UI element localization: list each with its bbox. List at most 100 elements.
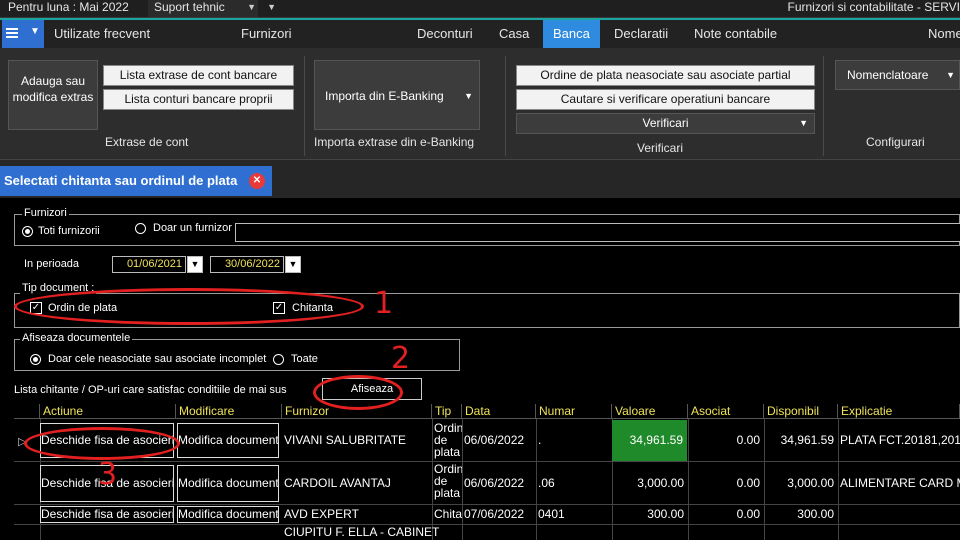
chevron-down-icon[interactable]: ▼ (946, 61, 955, 89)
column-header[interactable]: Tip (432, 404, 462, 419)
selection-panel: Furnizori Toti furnizorii Doar un furniz… (0, 198, 960, 540)
type-cell: Chitar (434, 507, 462, 521)
menu-item-suppliers[interactable]: Furnizori (241, 20, 292, 48)
menu-item-declaratii[interactable]: Declaratii (614, 20, 668, 48)
column-header[interactable]: Explicatie (838, 404, 960, 419)
payment-order-label: Ordin de plata (48, 302, 118, 314)
all-label: Toate (291, 353, 318, 365)
nomenclatures-dropdown[interactable]: Nomenclatoare ▼ (835, 60, 960, 90)
tab-title: Selectati chitanta sau ordinul de plata (4, 173, 238, 188)
tab-select-receipt[interactable]: Selectati chitanta sau ordinul de plata … (0, 166, 272, 196)
add-extract-button[interactable]: Adauga sau modifica extras (8, 60, 98, 130)
main-menu-button[interactable]: ▼ (2, 20, 44, 48)
grid-line (14, 504, 960, 505)
close-icon[interactable]: ✕ (249, 173, 265, 189)
column-header[interactable]: Numar (536, 404, 612, 419)
menu-item-note-contabile[interactable]: Note contabile (694, 20, 777, 48)
column-header[interactable]: Data (462, 404, 536, 419)
app-title: Furnizori si contabilitate - SERVI (787, 0, 960, 14)
column-header[interactable]: Asociat (688, 404, 764, 419)
current-row-indicator-icon: ▷ (18, 436, 27, 448)
explanation-cell: ALIMENTARE CARD MO (840, 476, 960, 490)
column-header[interactable]: Disponibil (764, 404, 838, 419)
date-cell: 06/06/2022 (464, 476, 525, 490)
import-ebanking-button[interactable]: Importa din E-Banking ▼ (314, 60, 480, 130)
support-label: Suport tehnic (154, 0, 225, 14)
menu-item-frequent[interactable]: Utilizate frecvent (54, 20, 150, 48)
open-associations-button[interactable]: Deschide fisa de asocieri (40, 506, 174, 523)
open-associations-button[interactable]: Deschide fisa de asocieri (40, 423, 174, 458)
available-cell: 300.00 (797, 507, 834, 521)
modify-document-button[interactable]: Modifica document (177, 506, 279, 523)
menu-item-deconturi[interactable]: Deconturi (417, 20, 473, 48)
doc-type-group (14, 293, 960, 328)
verify-dropdown[interactable]: Verificari ▼ (516, 113, 815, 134)
checkbox-receipt[interactable]: ✓ (273, 302, 285, 314)
checkbox-payment-order[interactable]: ✓ (30, 302, 42, 314)
chevron-down-icon[interactable]: ▼ (799, 114, 808, 133)
available-cell: 34,961.59 (780, 433, 834, 447)
ribbon-separator (304, 56, 305, 156)
suppliers-group-label: Furnizori (22, 207, 69, 219)
unassociated-orders-button[interactable]: Ordine de plata neasociate sau asociate … (516, 65, 815, 86)
grid-line (462, 419, 463, 540)
group-label-import: Importa extrase din e-Banking (314, 135, 475, 149)
date-cell: 06/06/2022 (464, 433, 525, 447)
column-header[interactable]: Modificare (176, 404, 282, 419)
list-caption: Lista chitante / OP-uri care satisfac co… (14, 384, 287, 396)
support-dropdown[interactable]: Suport tehnic ▼ ▼ (148, 0, 276, 17)
supplier-cell: CIUPITU F. ELLA - CABINET (284, 525, 440, 539)
annotation-number: 1 (374, 286, 394, 321)
date-cell: 07/06/2022 (464, 507, 525, 521)
receipt-label: Chitanta (292, 302, 333, 314)
import-ebanking-label: Importa din E-Banking (325, 89, 444, 103)
document-tabs: Selectati chitanta sau ordinul de plata … (0, 160, 960, 198)
number-cell: . (538, 433, 542, 447)
supplier-cell: VIVANI SALUBRITATE (284, 433, 407, 447)
calendar-dropdown-icon[interactable]: ▼ (187, 256, 203, 273)
type-cell: Ordin de plata (434, 463, 462, 500)
group-label-extracts: Extrase de cont (105, 135, 189, 149)
modify-document-button[interactable]: Modifica document (177, 465, 279, 502)
menu-item-casa[interactable]: Casa (499, 20, 529, 48)
radio-all-suppliers[interactable] (22, 226, 33, 237)
radio-all[interactable] (273, 354, 284, 365)
list-accounts-button[interactable]: Lista conturi bancare proprii (103, 89, 294, 110)
chevron-down-icon[interactable]: ▼ (247, 0, 256, 15)
supplier-cell: AVD EXPERT (284, 507, 359, 521)
modify-document-button[interactable]: Modifica document (177, 423, 279, 458)
grid-line (14, 524, 960, 525)
documents-grid: Actiune Modificare Furnizor Tip Data Num… (14, 404, 960, 540)
column-header[interactable]: Valoare (612, 404, 688, 419)
grid-line (536, 419, 537, 540)
show-button[interactable]: Afiseaza (322, 378, 422, 400)
menu-item-nomenclatoare[interactable]: Nome (928, 20, 960, 48)
menu-item-banca[interactable]: Banca (543, 20, 600, 48)
title-bar: Pentru luna : Mai 2022 Suport tehnic ▼ ▼… (0, 0, 960, 18)
associated-cell: 0.00 (736, 433, 760, 447)
chevron-down-icon[interactable]: ▼ (464, 61, 473, 131)
search-operations-button[interactable]: Cautare si verificare operatiuni bancare (516, 89, 815, 110)
column-header[interactable]: Furnizor (282, 404, 432, 419)
calendar-dropdown-icon[interactable]: ▼ (285, 256, 301, 273)
value-cell: 300.00 (647, 507, 684, 521)
radio-one-supplier[interactable] (135, 223, 146, 234)
one-supplier-label: Doar un furnizor (153, 222, 232, 234)
number-cell: .06 (538, 476, 555, 490)
supplier-input[interactable] (235, 223, 960, 242)
explanation-cell: PLATA FCT.20181,20188 (840, 433, 960, 447)
column-header[interactable]: Actiune (40, 404, 176, 419)
period-label: In perioada (24, 258, 80, 270)
chevron-down-icon[interactable]: ▼ (267, 0, 276, 15)
date-from-field[interactable]: 01/06/2021 (112, 256, 186, 273)
radio-only-unassociated[interactable] (30, 354, 41, 365)
hamburger-icon (6, 28, 18, 38)
list-extracts-button[interactable]: Lista extrase de cont bancare (103, 65, 294, 86)
menu-bar: ▼ Utilizate frecvent Furnizori Deconturi… (0, 20, 960, 48)
date-to-field[interactable]: 30/06/2022 (210, 256, 284, 273)
supplier-cell: CARDOIL AVANTAJ (284, 476, 391, 490)
ribbon-separator (823, 56, 824, 156)
all-suppliers-label: Toti furnizorii (38, 225, 100, 237)
nomenclatures-label: Nomenclatoare (847, 68, 929, 82)
number-cell: 0401 (538, 507, 565, 521)
